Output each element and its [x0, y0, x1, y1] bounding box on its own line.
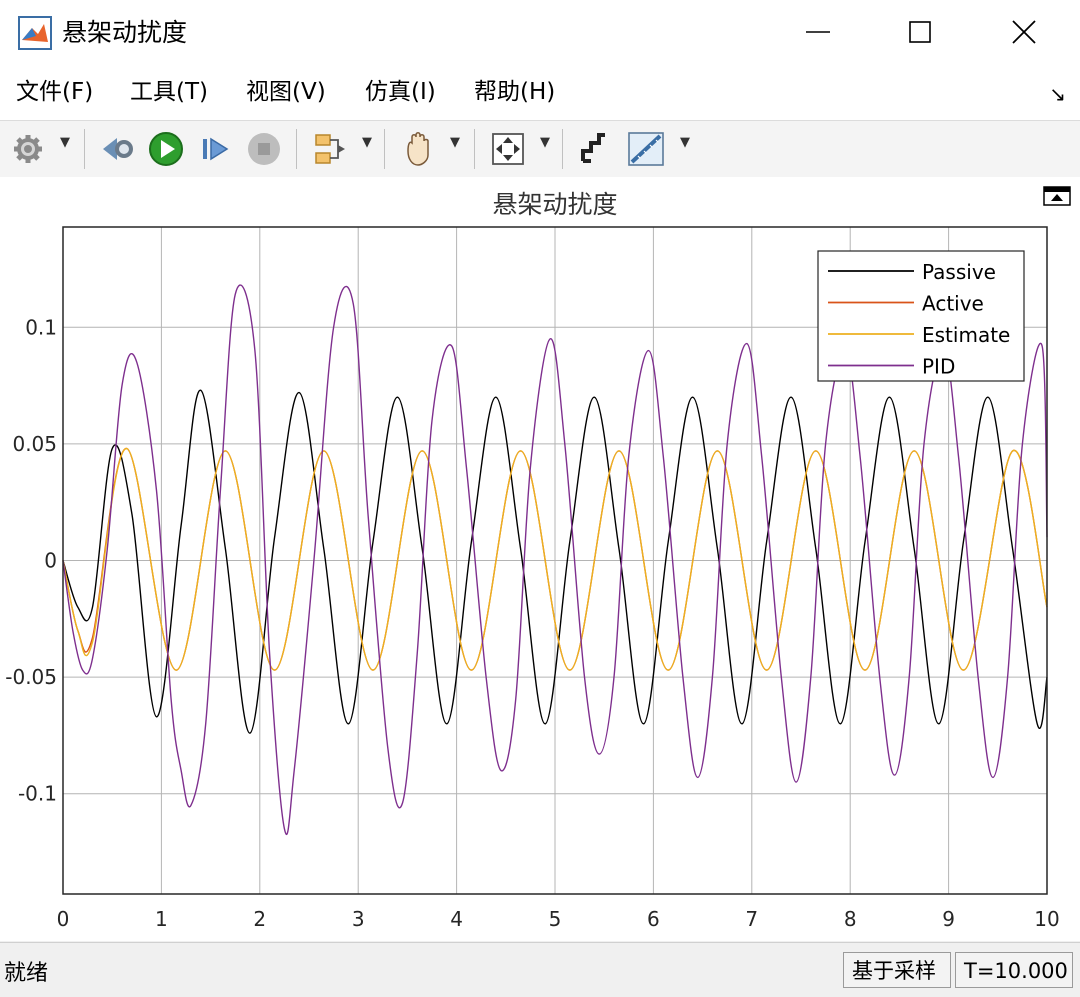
- status-bar: 就绪 基于采样 T=10.000: [0, 942, 1080, 997]
- x-tick-label: 2: [253, 907, 266, 931]
- y-tick-label: -0.1: [18, 782, 57, 806]
- pan-button[interactable]: [398, 129, 440, 169]
- matlab-logo-icon: [18, 16, 52, 50]
- x-tick-label: 9: [942, 907, 955, 931]
- menu-bar: 文件(F) 工具(T) 视图(V) 仿真(I) 帮助(H) ↘: [0, 64, 1080, 120]
- line-chart: 悬架动扰度 0 1 2 3 4 5 6 7 8 9 10 0.1 0.05 0 -0.05 -0.1 Passi…: [5, 186, 1071, 931]
- menu-view[interactable]: 视图(V): [246, 76, 326, 108]
- window-title: 悬架动扰度: [62, 18, 188, 47]
- legend-label: PID: [922, 355, 955, 379]
- legend-label: Passive: [922, 260, 996, 284]
- run-icon: [149, 132, 183, 166]
- x-tick-label: 4: [450, 907, 463, 931]
- legend-label: Active: [922, 292, 984, 316]
- cursor-button[interactable]: [574, 129, 614, 169]
- toolbar-separator: [296, 129, 297, 169]
- signal-select-icon: [315, 134, 345, 164]
- minimize-icon: [806, 31, 830, 33]
- signal-dropdown-icon[interactable]: ▼: [362, 135, 372, 150]
- pan-icon: [407, 132, 429, 166]
- maximize-icon: [909, 21, 931, 43]
- settings-button[interactable]: [10, 129, 46, 169]
- pan-dropdown-icon[interactable]: ▼: [450, 135, 460, 150]
- x-tick-label: 3: [352, 907, 365, 931]
- gear-icon: [14, 135, 42, 163]
- measure-button[interactable]: [624, 129, 668, 169]
- step-forward-button[interactable]: [196, 129, 234, 169]
- close-button[interactable]: [974, 0, 1074, 64]
- time-indicator: T=10.000: [955, 952, 1073, 988]
- chart-title: 悬架动扰度: [492, 190, 617, 219]
- x-tick-label: 10: [1034, 907, 1059, 931]
- x-tick-label: 5: [549, 907, 562, 931]
- measure-icon: [628, 132, 664, 166]
- signal-select-button[interactable]: [310, 129, 350, 169]
- settings-dropdown-icon[interactable]: ▼: [60, 135, 70, 150]
- zoom-fit-icon: [492, 133, 524, 165]
- sample-mode-indicator: 基于采样: [843, 952, 951, 988]
- x-tick-label: 1: [155, 907, 168, 931]
- menu-file[interactable]: 文件(F): [16, 76, 93, 108]
- step-back-icon: [103, 138, 133, 160]
- title-bar: 悬架动扰度: [0, 0, 1080, 64]
- status-text: 就绪: [4, 961, 49, 986]
- x-tick-label: 8: [844, 907, 857, 931]
- measure-dropdown-icon[interactable]: ▼: [680, 135, 690, 150]
- y-tick-label: 0.05: [12, 432, 57, 456]
- undock-axes-button[interactable]: [1043, 186, 1071, 206]
- toolbar-separator: [474, 129, 475, 169]
- stop-icon: [248, 133, 280, 165]
- maximize-button[interactable]: [870, 0, 970, 64]
- menu-help[interactable]: 帮助(H): [474, 76, 555, 108]
- x-tick-label: 0: [57, 907, 70, 931]
- step-forward-icon: [203, 137, 229, 161]
- x-tick-label: 6: [647, 907, 660, 931]
- y-tick-label: 0.1: [25, 315, 57, 339]
- legend-label: Estimate: [922, 323, 1010, 347]
- run-button[interactable]: [146, 129, 186, 169]
- toolbar-separator: [384, 129, 385, 169]
- toolbar-separator: [84, 129, 85, 169]
- minimize-button[interactable]: [768, 0, 868, 64]
- cursor-icon: [581, 133, 605, 163]
- stop-button[interactable]: [244, 129, 284, 169]
- y-tick-label: 0: [44, 549, 57, 573]
- menu-tools[interactable]: 工具(T): [130, 76, 208, 108]
- step-back-button[interactable]: [98, 129, 138, 169]
- menu-simulation[interactable]: 仿真(I): [365, 76, 436, 108]
- close-icon: [1012, 20, 1036, 44]
- undock-arrow-icon[interactable]: ↘: [1049, 82, 1066, 106]
- scope-plot-area: 悬架动扰度 0 1 2 3 4 5 6 7 8 9 10 0.1 0.05 0 -0.05 -0.1 Passi…: [0, 177, 1080, 941]
- toolbar: ▼ ▼ ▼ ▼ ▼: [0, 120, 1080, 178]
- zoom-dropdown-icon[interactable]: ▼: [540, 135, 550, 150]
- y-tick-label: -0.05: [5, 665, 57, 689]
- zoom-fit-button[interactable]: [488, 129, 528, 169]
- toolbar-separator: [562, 129, 563, 169]
- x-tick-label: 7: [745, 907, 758, 931]
